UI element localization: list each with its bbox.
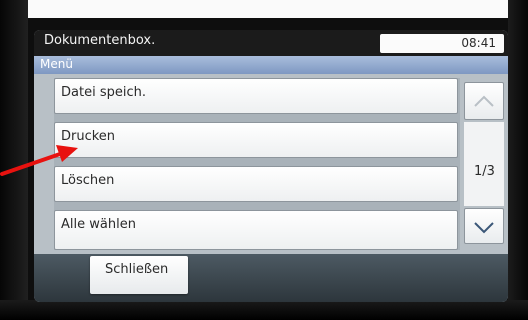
red-arrow-icon xyxy=(0,145,78,176)
menu-item-label: Datei speich. xyxy=(61,85,146,100)
chevron-up-icon xyxy=(474,95,494,107)
menu-item-drucken[interactable]: Drucken xyxy=(54,122,458,158)
touch-screen: Dokumentenbox. 08:41 Menü Datei speich. … xyxy=(34,30,508,302)
menu-header: Menü xyxy=(34,56,508,74)
window-title: Dokumentenbox. xyxy=(44,33,156,48)
page-indicator: 1/3 xyxy=(464,122,504,206)
scroll-down-button[interactable] xyxy=(464,208,504,244)
clock: 08:41 xyxy=(461,36,496,50)
device-bezel-bottom xyxy=(0,300,528,320)
menu-item-loeschen[interactable]: Löschen xyxy=(54,166,458,202)
title-bar: Dokumentenbox. 08:41 xyxy=(34,30,508,56)
menu-title: Menü xyxy=(40,57,73,71)
menu-item-alle-waehlen[interactable]: Alle wählen xyxy=(54,210,458,250)
close-button[interactable]: Schließen xyxy=(90,256,188,294)
device-bezel-top xyxy=(0,0,528,18)
scroll-up-button[interactable] xyxy=(464,82,504,120)
menu-list: Datei speich. Drucken Löschen Alle wähle… xyxy=(54,78,460,250)
page-number: 1/3 xyxy=(474,164,495,179)
menu-item-label: Alle wählen xyxy=(61,217,136,232)
close-button-label: Schließen xyxy=(105,262,169,277)
menu-item-datei-speichern[interactable]: Datei speich. xyxy=(54,78,458,114)
chevron-down-icon xyxy=(474,222,494,234)
status-box: 08:41 xyxy=(380,34,504,53)
bottom-bar: Schließen xyxy=(34,254,508,302)
device-bezel-right xyxy=(508,0,528,320)
